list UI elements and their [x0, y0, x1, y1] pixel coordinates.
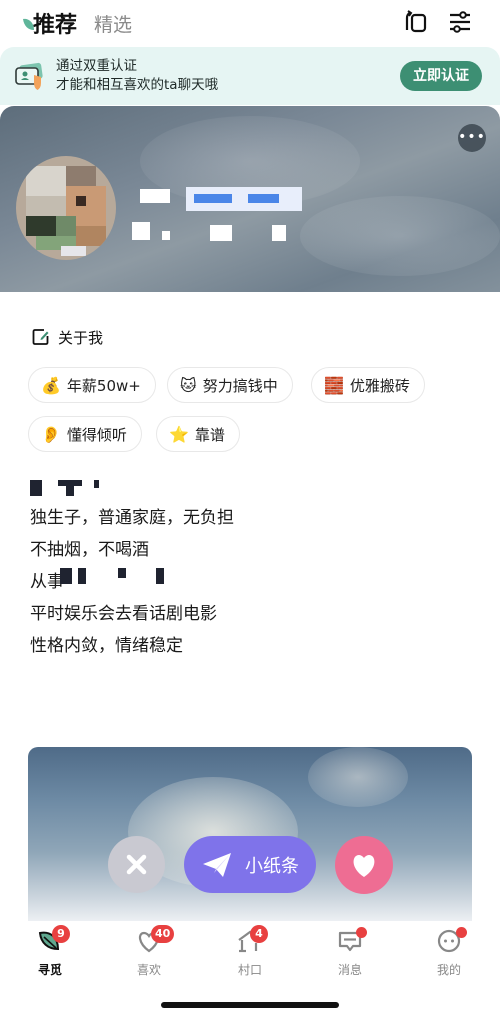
masked-text: [78, 568, 86, 584]
masked-badge: [194, 194, 232, 203]
bio-line: 从事: [30, 572, 64, 592]
close-icon: [126, 854, 147, 875]
masked-text: [30, 480, 42, 496]
nav-item-me[interactable]: 我的: [409, 925, 489, 977]
masked-badge: [248, 194, 279, 203]
tag-label: 靠谱: [194, 425, 225, 444]
bio-line: 平时娱乐会去看话剧电影: [30, 604, 217, 624]
pass-button[interactable]: [108, 836, 165, 893]
verification-line-1: 通过双重认证: [56, 58, 137, 74]
ear-icon: 👂: [41, 424, 61, 444]
tag-chip: 💰 年薪50w+: [28, 367, 156, 403]
nav-item-discover[interactable]: 9 寻觅: [10, 925, 90, 977]
masked-text: [94, 480, 99, 488]
bio-line: 性格内敛，情绪稳定: [30, 636, 183, 656]
nav-item-messages[interactable]: 消息: [310, 925, 390, 977]
masked-text: [118, 568, 126, 578]
tag-label: 优雅搬砖: [349, 376, 410, 395]
swap-icon[interactable]: [402, 8, 430, 36]
brick-icon: 🧱: [324, 375, 344, 395]
bio-line: 不抽烟，不喝酒: [30, 540, 149, 560]
more-options-button[interactable]: •••: [458, 124, 486, 152]
cat-face-icon: 🐱: [180, 375, 197, 395]
tag-chip: ⭐ 靠谱: [156, 416, 240, 452]
profile-cover: •••: [0, 106, 500, 292]
verification-line-2: 才能和相互喜欢的ta聊天哦: [56, 77, 219, 93]
edit-note-icon: [32, 329, 49, 345]
badge-count: 40: [151, 925, 175, 943]
tab-recommend[interactable]: 推荐: [33, 7, 77, 39]
badge-count: 4: [250, 925, 268, 943]
nav-label: 消息: [337, 963, 362, 977]
tag-chip: 🧱 优雅搬砖: [311, 367, 425, 403]
verification-message: 通过双重认证 才能和相互喜欢的ta聊天哦: [56, 57, 218, 95]
tag-label: 努力搞钱中: [202, 376, 278, 395]
paper-note-button[interactable]: 小纸条: [184, 836, 316, 893]
masked-text: [156, 568, 164, 584]
nav-label: 村口: [237, 963, 262, 977]
bio-line: 独生子，普通家庭，无负担: [30, 508, 234, 528]
masked-name: [272, 225, 286, 241]
filter-icon[interactable]: [446, 8, 474, 36]
masked-name: [210, 225, 232, 241]
money-bag-icon: 💰: [41, 375, 61, 395]
paper-plane-icon: [203, 852, 231, 877]
nav-item-likes[interactable]: 40 喜欢: [109, 925, 189, 977]
masked-text: [60, 568, 72, 584]
tag-chip: 🐱 努力搞钱中: [167, 367, 293, 403]
badge-count: 9: [52, 925, 70, 943]
about-me-heading: 关于我: [32, 326, 103, 348]
heart-icon: [353, 855, 375, 877]
masked-text: [66, 486, 74, 496]
notification-dot: [456, 927, 467, 938]
masked-badges: [186, 187, 302, 211]
like-button[interactable]: [335, 836, 393, 894]
tab-featured[interactable]: 精选: [94, 10, 132, 37]
home-indicator[interactable]: [161, 1002, 339, 1008]
masked-name: [132, 222, 150, 240]
masked-name: [140, 189, 170, 203]
cover-cloud: [300, 196, 500, 276]
tag-chip: 👂 懂得倾听: [28, 416, 142, 452]
nav-label: 喜欢: [136, 963, 161, 977]
masked-name: [162, 231, 170, 240]
top-header: 推荐 精选: [0, 0, 500, 46]
nav-label: 我的: [436, 963, 461, 977]
verification-banner: 通过双重认证 才能和相互喜欢的ta聊天哦 立即认证: [0, 47, 500, 105]
tag-label: 懂得倾听: [66, 425, 127, 444]
nav-item-village[interactable]: 4 村口: [210, 925, 290, 977]
notification-dot: [356, 927, 367, 938]
id-verify-icon: [15, 62, 43, 90]
about-me-title: 关于我: [58, 328, 104, 347]
nav-label: 寻觅: [37, 963, 62, 977]
paper-note-label: 小纸条: [245, 855, 299, 877]
verify-now-button[interactable]: 立即认证: [400, 61, 482, 91]
star-icon: ⭐: [169, 424, 189, 444]
photo-cloud: [308, 747, 408, 807]
avatar[interactable]: [16, 156, 116, 260]
tag-label: 年薪50w+: [66, 376, 141, 395]
profile-photo[interactable]: [28, 747, 472, 922]
